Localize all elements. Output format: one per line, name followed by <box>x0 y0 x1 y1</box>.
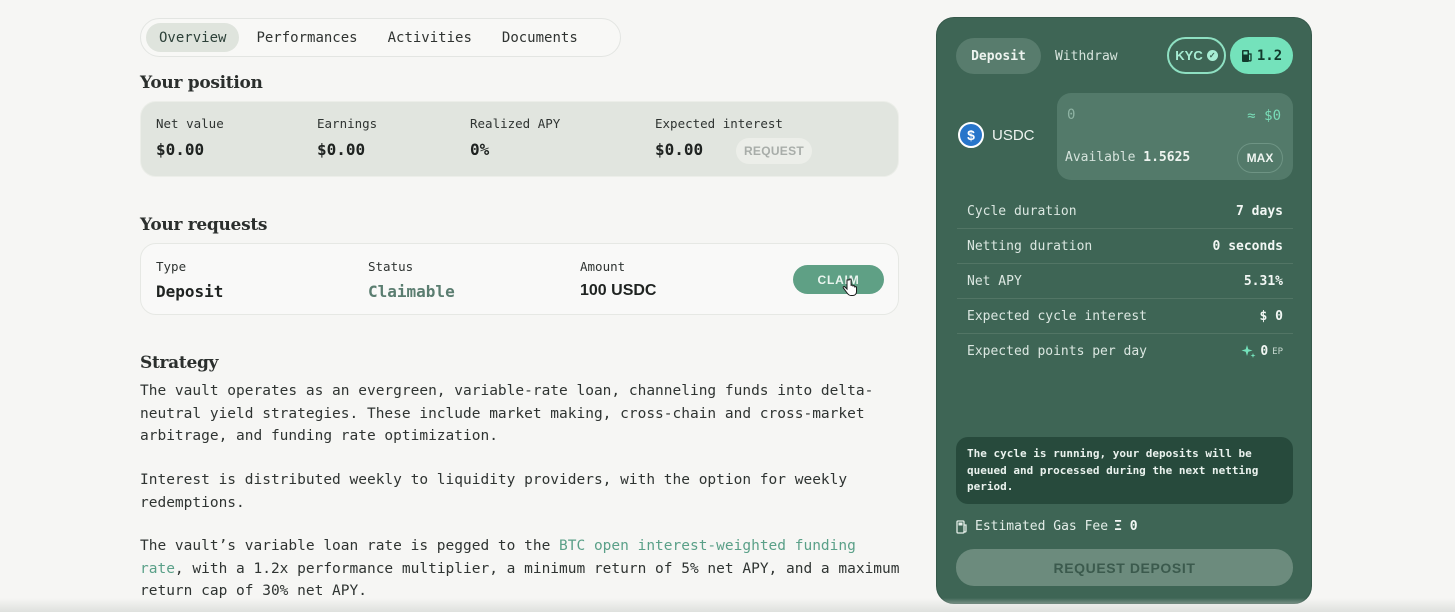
request-amount-value: 100 USDC <box>580 282 657 299</box>
claim-button[interactable]: CLAIM <box>793 265 884 294</box>
points-number: 0 <box>1260 344 1269 359</box>
request-button[interactable]: REQUEST <box>736 138 812 164</box>
kyc-badge[interactable]: KYC ✓ <box>1167 37 1226 74</box>
usdc-icon: $ <box>958 122 984 148</box>
stat-value: $0.00 <box>156 140 205 159</box>
request-type: Type Deposit <box>156 259 223 301</box>
gas-fee-value: Ξ 0 <box>1114 519 1138 534</box>
available-value: 1.5625 <box>1143 150 1191 165</box>
gas-pump-icon <box>956 519 967 534</box>
strategy-title: Strategy <box>140 353 219 373</box>
estimated-gas-fee: Estimated Gas Fee Ξ 0 <box>956 519 1138 534</box>
tab-bar: Overview Performances Activities Documen… <box>140 18 621 57</box>
request-status-label: Status <box>368 259 414 274</box>
requests-title: Your requests <box>140 215 268 235</box>
strategy-text: , with a 1.2x performance multiplier, a … <box>140 560 900 600</box>
info-value: 5.31% <box>1243 273 1283 289</box>
info-label: Expected cycle interest <box>967 308 1148 324</box>
bottom-fade <box>0 598 1455 612</box>
request-deposit-button[interactable]: REQUEST DEPOSIT <box>956 549 1293 586</box>
position-title: Your position <box>140 73 263 93</box>
strategy-text: The vault’s variable loan rate is pegged… <box>140 538 560 554</box>
strategy-paragraph-2: Interest is distributed weekly to liquid… <box>140 472 848 511</box>
stat-net-value: Net value $0.00 <box>156 116 224 159</box>
tab-performances[interactable]: Performances <box>243 23 370 52</box>
amount-input[interactable] <box>1067 107 1187 123</box>
strategy-paragraph-3: The vault’s variable loan rate is pegged… <box>140 535 900 603</box>
info-row: Expected cycle interest $ 0 <box>957 299 1293 334</box>
request-amount: Amount 100 USDC <box>580 259 656 300</box>
stat-label: Realized APY <box>470 116 561 131</box>
info-value: 7 days <box>1236 203 1283 219</box>
stat-value: 0% <box>470 140 490 159</box>
pointer-hand-icon <box>842 278 857 296</box>
tab-deposit[interactable]: Deposit <box>956 38 1041 74</box>
max-button[interactable]: MAX <box>1237 143 1283 173</box>
stat-earnings: Earnings $0.00 <box>317 116 377 159</box>
request-status-value: Claimable <box>368 282 455 301</box>
info-row: Expected points per day 0 EP <box>957 334 1293 369</box>
stat-label: Earnings <box>317 116 378 131</box>
gas-pill[interactable]: 1.2 <box>1230 37 1293 74</box>
cycle-notice: The cycle is running, your deposits will… <box>956 437 1293 504</box>
kyc-label: KYC <box>1175 48 1203 63</box>
strategy-paragraph-1: The vault operates as an evergreen, vari… <box>140 383 874 444</box>
info-label: Netting duration <box>967 238 1093 254</box>
amount-usd-value: ≈ $0 <box>1247 108 1281 124</box>
info-label: Cycle duration <box>967 203 1077 219</box>
gas-pump-icon <box>1241 49 1252 62</box>
info-row: Cycle duration 7 days <box>957 194 1293 229</box>
stat-label: Net value <box>156 116 224 131</box>
tab-withdraw[interactable]: Withdraw <box>1055 38 1118 74</box>
info-value: $ 0 <box>1259 308 1283 324</box>
check-badge-icon: ✓ <box>1206 50 1218 61</box>
tab-activities[interactable]: Activities <box>375 23 485 52</box>
token-label: USDC <box>992 127 1035 144</box>
request-status: Status Claimable <box>368 259 455 301</box>
sparkle-icon <box>1241 345 1256 358</box>
info-row: Netting duration 0 seconds <box>957 229 1293 264</box>
requests-card: Type Deposit Status Claimable Amount 100… <box>140 243 899 315</box>
available-balance: Available 1.5625 <box>1065 150 1190 165</box>
info-row: Net APY 5.31% <box>957 264 1293 299</box>
stat-label: Expected interest <box>655 116 783 131</box>
stat-value: $0.00 <box>317 140 366 159</box>
gas-fee-label: Estimated Gas Fee <box>975 519 1109 534</box>
gas-value: 1.2 <box>1256 47 1283 64</box>
request-type-value: Deposit <box>156 282 224 301</box>
points-value: 0 EP <box>1241 344 1283 359</box>
info-value: 0 seconds <box>1212 238 1283 254</box>
request-amount-label: Amount <box>580 259 626 274</box>
request-type-label: Type <box>156 259 187 274</box>
stat-realized-apy: Realized APY 0% <box>470 116 560 159</box>
tab-documents[interactable]: Documents <box>489 23 591 52</box>
info-label: Expected points per day <box>967 344 1148 359</box>
points-unit: EP <box>1272 346 1283 357</box>
available-label: Available <box>1065 150 1136 165</box>
vault-info-list: Cycle duration 7 days Netting duration 0… <box>957 194 1293 369</box>
amount-box: ≈ $0 Available 1.5625 MAX <box>1057 93 1293 180</box>
info-label: Net APY <box>967 273 1022 289</box>
deposit-panel: Deposit Withdraw KYC ✓ 1.2 $ USDC ≈ $0 A… <box>936 17 1312 604</box>
tab-overview[interactable]: Overview <box>146 23 240 52</box>
